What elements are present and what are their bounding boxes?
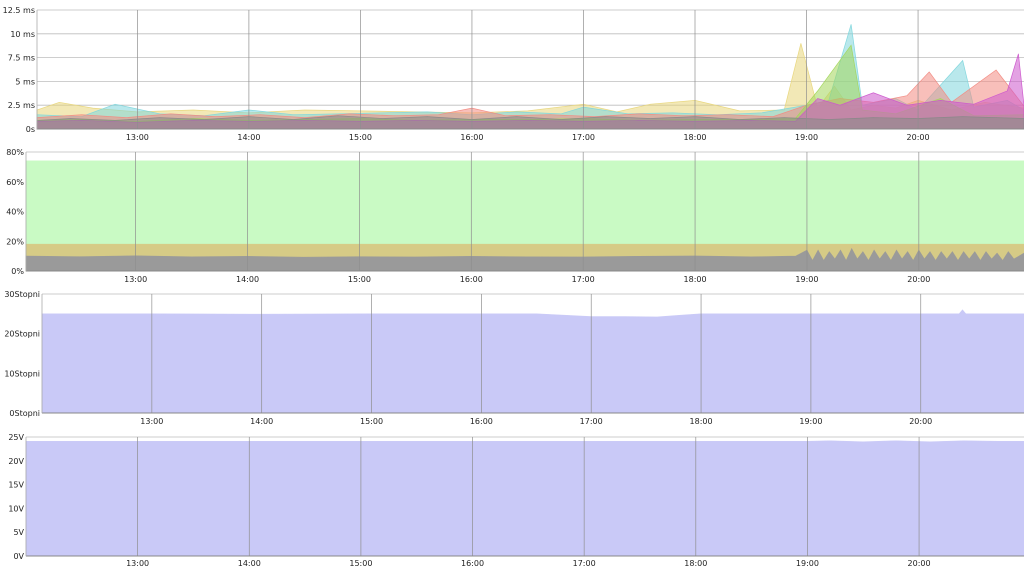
x-tick-label: 19:00 [796, 559, 819, 568]
x-tick-label: 13:00 [126, 133, 149, 142]
chart-panel-1: 0s 2.5 ms 5 ms 7.5 ms 10 ms 12.5 ms 13:00 14:00… [3, 6, 1024, 142]
x-tick-label: 19:00 [795, 133, 818, 142]
x-tick-label: 14:00 [250, 417, 273, 426]
x-tick-label: 17:00 [572, 133, 595, 142]
y-tick-label: 12.5 ms [3, 6, 35, 15]
y-tick-label: 5 ms [15, 77, 35, 86]
y-tick-label: 5V [13, 528, 24, 537]
x-tick-label: 14:00 [237, 133, 260, 142]
y-tick-label: 15V [8, 481, 24, 490]
y-tick-label: 0V [13, 552, 24, 561]
x-tick-label: 18:00 [690, 417, 713, 426]
x-tick-label: 16:00 [460, 275, 483, 284]
x-tick-label: 14:00 [236, 275, 259, 284]
x-tick-label: 17:00 [572, 275, 595, 284]
series-area-1 [41, 309, 1024, 414]
y-tick-label: 10 ms [10, 30, 35, 39]
monitoring-charts: 0s 2.5 ms 5 ms 7.5 ms 10 ms 12.5 ms 13:00 14:00… [3, 6, 1024, 568]
y-tick-label: 30Stopni [4, 290, 40, 299]
x-tick-label: 17:00 [573, 559, 596, 568]
x-tick-label: 16:00 [470, 417, 493, 426]
y-tick-label: 40% [6, 208, 24, 217]
x-tick-label: 16:00 [461, 559, 484, 568]
y-tick-label: 80% [6, 148, 24, 157]
y-tick-label: 25V [8, 433, 24, 442]
chart-panel-2: 0% 20% 40% 60% 80% 13:00 14:00 15:00 16:00 17:00 1… [6, 148, 1024, 284]
x-tick-label: 13:00 [140, 417, 163, 426]
y-tick-label: 60% [6, 178, 24, 187]
x-tick-label: 18:00 [684, 275, 707, 284]
y-tick-label: 0% [11, 267, 24, 276]
x-tick-label: 17:00 [580, 417, 603, 426]
x-tick-label: 15:00 [348, 275, 371, 284]
x-tick-label: 13:00 [126, 559, 149, 568]
x-tick-label: 20:00 [909, 417, 932, 426]
x-tick-label: 13:00 [124, 275, 147, 284]
y-tick-label: 0Stopni [9, 409, 40, 418]
y-tick-label: 0s [26, 125, 35, 134]
x-tick-label: 15:00 [349, 559, 372, 568]
y-tick-label: 10V [8, 504, 24, 513]
x-tick-label: 19:00 [795, 275, 818, 284]
x-tick-label: 18:00 [683, 133, 706, 142]
y-tick-label: 2.5 ms [8, 101, 35, 110]
y-tick-label: 20Stopni [4, 330, 40, 339]
x-tick-label: 16:00 [460, 133, 483, 142]
x-tick-label: 18:00 [684, 559, 707, 568]
x-tick-label: 20:00 [907, 275, 930, 284]
y-tick-label: 20V [8, 457, 24, 466]
y-tick-label: 20% [6, 237, 24, 246]
y-tick-label: 7.5 ms [8, 54, 35, 63]
x-tick-label: 20:00 [907, 133, 930, 142]
chart-panel-4: 0V 5V 10V 15V 20V 25V 13:00 14:00 15:00 16:00 17:0… [8, 433, 1024, 568]
x-tick-label: 15:00 [360, 417, 383, 426]
y-tick-label: 10Stopni [4, 369, 40, 378]
x-tick-label: 14:00 [238, 559, 261, 568]
chart-panel-3: 0Stopni 10Stopni 20Stopni 30Stopni 13:00 14:0… [4, 290, 1024, 426]
x-tick-label: 15:00 [349, 133, 372, 142]
x-tick-label: 19:00 [799, 417, 822, 426]
x-tick-label: 20:00 [908, 559, 931, 568]
series-area-1 [25, 440, 1024, 557]
